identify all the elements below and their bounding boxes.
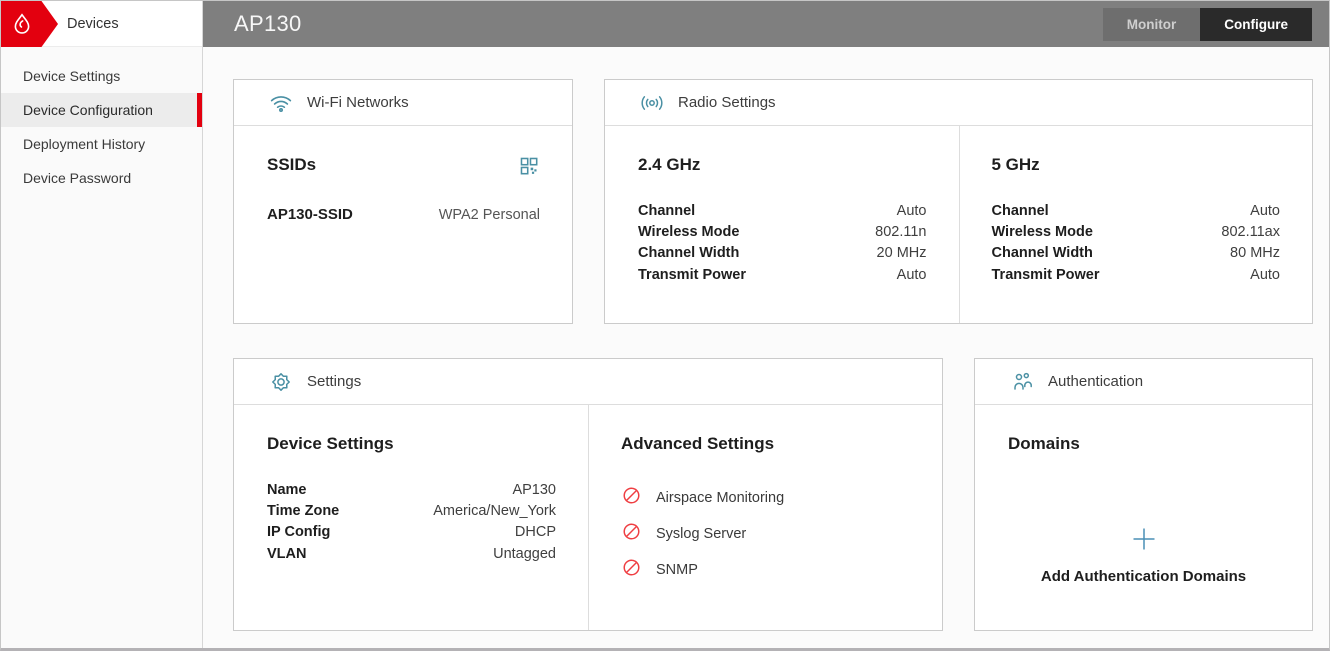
setting-label: IP Config (267, 524, 330, 540)
band-24ghz-section: 2.4 GHz Channel Auto Wireless Mode 802.1… (605, 126, 959, 323)
wifi-icon (268, 91, 294, 115)
radio-settings-card: Radio Settings 2.4 GHz Channel Auto Wire… (604, 79, 1313, 324)
users-icon (1009, 370, 1035, 394)
mode-switch: Monitor Configure (1103, 8, 1312, 41)
authentication-card: Authentication Domains Add Authenticatio… (974, 358, 1313, 631)
device-settings-section: Device Settings Name AP130 Time Zone Ame… (234, 405, 588, 630)
device-setting-row: Time Zone America/New_York (267, 500, 556, 521)
app-window: Devices Device Settings Device Configura… (0, 0, 1330, 651)
radio-waves-icon (639, 91, 665, 115)
setting-value: Untagged (493, 546, 556, 562)
advanced-setting-item: SNMP (621, 552, 910, 588)
advanced-settings-section: Advanced Settings Airspace Monitoring (588, 405, 942, 630)
sidebar-item-device-settings[interactable]: Device Settings (1, 59, 202, 93)
sidebar-title: Devices (67, 1, 119, 47)
setting-label: Transmit Power (638, 267, 746, 283)
sidebar-nav: Device Settings Device Configuration Dep… (1, 59, 202, 195)
setting-label: Wireless Mode (992, 224, 1093, 240)
wifi-card-body: SSIDs AP130-SSID WPA2 Pe (234, 155, 572, 352)
sidebar-item-device-configuration[interactable]: Device Configuration (1, 93, 202, 127)
advanced-settings-heading: Advanced Settings (621, 434, 910, 454)
setting-value: Auto (1250, 267, 1280, 283)
settings-card-title: Settings (307, 373, 361, 390)
setting-label: Wireless Mode (638, 224, 739, 240)
advanced-setting-item: Syslog Server (621, 516, 910, 552)
radio-setting-row: Transmit Power Auto (638, 264, 927, 285)
auth-card-header[interactable]: Authentication (975, 359, 1312, 405)
auth-card-title: Authentication (1048, 373, 1143, 390)
gear-icon (268, 370, 294, 394)
auth-card-body: Domains Add Authentication Domains (975, 434, 1312, 651)
setting-value: Auto (897, 203, 927, 219)
wifi-card-title: Wi-Fi Networks (307, 94, 409, 111)
setting-value: AP130 (512, 482, 556, 498)
brand-logo[interactable] (1, 1, 58, 47)
sidebar-header: Devices (1, 1, 202, 47)
monitor-button[interactable]: Monitor (1103, 8, 1201, 41)
radio-setting-row: Wireless Mode 802.11ax (992, 221, 1281, 242)
band-5ghz-section: 5 GHz Channel Auto Wireless Mode 802.11a… (959, 126, 1313, 323)
wifi-networks-card: Wi-Fi Networks SSIDs (233, 79, 573, 324)
setting-label: Name (267, 482, 307, 498)
radio-card-body: 2.4 GHz Channel Auto Wireless Mode 802.1… (605, 126, 1312, 323)
setting-value: DHCP (515, 524, 556, 540)
prohibited-icon (621, 557, 642, 583)
domains-heading: Domains (1008, 434, 1280, 454)
plus-icon (1131, 539, 1157, 556)
wifi-card-header[interactable]: Wi-Fi Networks (234, 80, 572, 126)
sidebar-item-device-password[interactable]: Device Password (1, 161, 202, 195)
device-setting-row: VLAN Untagged (267, 543, 556, 564)
ssid-security: WPA2 Personal (439, 207, 540, 223)
add-domains-label: Add Authentication Domains (975, 568, 1312, 585)
sidebar-item-deployment-history[interactable]: Deployment History (1, 127, 202, 161)
setting-value: 20 MHz (877, 245, 927, 261)
settings-card-body: Device Settings Name AP130 Time Zone Ame… (234, 405, 942, 630)
device-setting-row: IP Config DHCP (267, 522, 556, 543)
advanced-setting-label: SNMP (656, 562, 698, 578)
setting-value: America/New_York (433, 503, 556, 519)
radio-setting-row: Channel Width 20 MHz (638, 243, 927, 264)
setting-value: Auto (897, 267, 927, 283)
setting-value: 80 MHz (1230, 245, 1280, 261)
setting-label: Channel Width (992, 245, 1093, 261)
radio-setting-row: Transmit Power Auto (992, 264, 1281, 285)
setting-label: Channel Width (638, 245, 739, 261)
radio-card-header[interactable]: Radio Settings (605, 80, 1312, 126)
sidebar: Devices Device Settings Device Configura… (1, 1, 203, 648)
setting-label: VLAN (267, 546, 306, 562)
setting-value: 802.11n (875, 224, 926, 240)
ssid-name: AP130-SSID (267, 206, 353, 223)
prohibited-icon (621, 521, 642, 547)
setting-value: Auto (1250, 203, 1280, 219)
setting-value: 802.11ax (1221, 224, 1280, 240)
band-heading: 2.4 GHz (638, 155, 927, 175)
configure-button[interactable]: Configure (1200, 8, 1312, 41)
radio-setting-row: Channel Width 80 MHz (992, 243, 1281, 264)
advanced-setting-label: Airspace Monitoring (656, 490, 784, 506)
radio-setting-row: Channel Auto (638, 200, 927, 221)
advanced-setting-label: Syslog Server (656, 526, 746, 542)
band-heading: 5 GHz (992, 155, 1281, 175)
setting-label: Transmit Power (992, 267, 1100, 283)
ssids-heading: SSIDs (267, 155, 316, 175)
device-setting-row: Name AP130 (267, 479, 556, 500)
radio-card-title: Radio Settings (678, 94, 776, 111)
page-title: AP130 (234, 11, 302, 37)
advanced-setting-item: Airspace Monitoring (621, 480, 910, 516)
topbar: AP130 Monitor Configure (203, 1, 1329, 47)
radio-setting-row: Wireless Mode 802.11n (638, 221, 927, 242)
settings-card-header[interactable]: Settings (234, 359, 942, 405)
setting-label: Channel (992, 203, 1049, 219)
setting-label: Channel (638, 203, 695, 219)
settings-card: Settings Device Settings Name AP130 Time… (233, 358, 943, 631)
radio-setting-row: Channel Auto (992, 200, 1281, 221)
device-settings-heading: Device Settings (267, 434, 556, 454)
setting-label: Time Zone (267, 503, 339, 519)
qr-grid-icon[interactable] (518, 155, 540, 182)
prohibited-icon (621, 485, 642, 511)
ssid-row[interactable]: AP130-SSID WPA2 Personal (267, 206, 540, 223)
add-authentication-domains-button[interactable]: Add Authentication Domains (975, 526, 1312, 585)
